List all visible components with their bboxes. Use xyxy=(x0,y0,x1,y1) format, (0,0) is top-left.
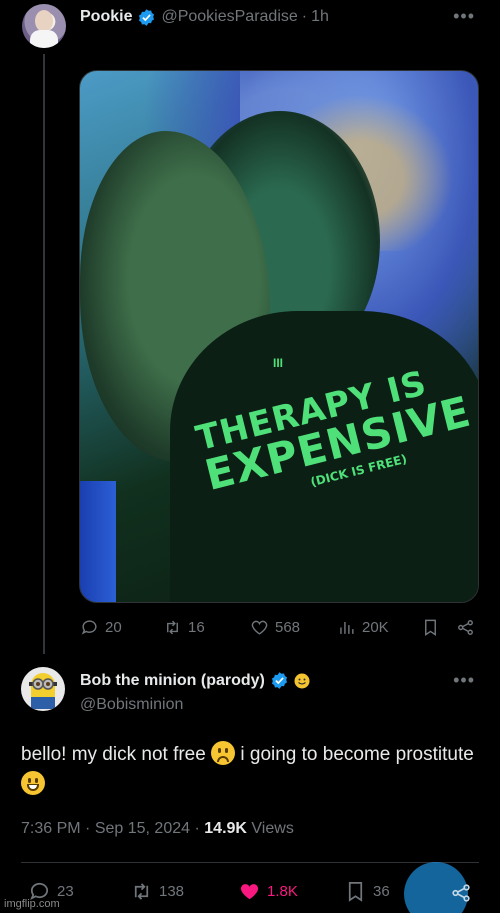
bookmark-button[interactable] xyxy=(421,618,446,637)
share-button[interactable] xyxy=(450,882,472,909)
share-button[interactable] xyxy=(456,618,481,637)
author-handle[interactable]: @Bobisminion xyxy=(80,696,183,714)
post-date[interactable]: Sep 15, 2024 xyxy=(95,820,190,837)
views-label: Views xyxy=(251,820,294,837)
post-media-image[interactable]: III THERAPY IS EXPENSIVE (DICK IS FREE) xyxy=(79,70,479,603)
necklace-text: III xyxy=(273,356,284,370)
views-count: 20K xyxy=(362,619,389,636)
post-text-part2: i going to become prostitute xyxy=(240,744,474,765)
views-button[interactable]: 20K xyxy=(337,618,389,637)
grinning-emoji-icon xyxy=(21,771,45,795)
reply-button[interactable]: 20 xyxy=(80,618,122,637)
repost-button[interactable]: 138 xyxy=(130,880,184,903)
avatar[interactable] xyxy=(22,4,66,48)
views-count[interactable]: 14.9K xyxy=(204,820,247,837)
bookmark-count: 36 xyxy=(373,883,390,900)
watermark: imgflip.com xyxy=(4,898,60,910)
repost-count: 138 xyxy=(159,883,185,900)
avatar[interactable] xyxy=(21,667,65,711)
reply-count: 20 xyxy=(105,619,122,636)
more-options-icon[interactable]: ••• xyxy=(453,6,475,27)
bookmark-icon xyxy=(425,619,436,636)
verified-badge-icon xyxy=(139,8,155,26)
slightly-frowning-emoji-icon xyxy=(211,741,236,765)
more-options-icon[interactable]: ••• xyxy=(453,670,475,691)
reply-icon xyxy=(81,620,97,635)
post-text: bello! my dick not free i going to becom… xyxy=(21,740,481,800)
repost-icon xyxy=(167,620,178,635)
author-handle[interactable]: @PookiesParadise xyxy=(161,8,297,26)
repost-count: 16 xyxy=(188,619,205,636)
like-button[interactable]: 568 xyxy=(250,618,300,637)
post1-header: Pookie @PookiesParadise · 1h xyxy=(80,6,329,28)
repost-button[interactable]: 16 xyxy=(163,618,205,637)
heart-icon xyxy=(251,620,268,635)
repost-icon xyxy=(134,883,149,900)
like-button[interactable]: 1.8K xyxy=(238,880,298,903)
like-count: 1.8K xyxy=(267,883,298,900)
post-time[interactable]: 1h xyxy=(311,8,329,26)
share-icon xyxy=(452,884,470,902)
post2-header: Bob the minion (parody) xyxy=(80,671,310,690)
post-time[interactable]: 7:36 PM xyxy=(21,820,81,837)
smiley-badge-icon xyxy=(294,673,310,688)
verified-badge-icon xyxy=(271,672,287,689)
share-icon xyxy=(458,620,473,635)
post1-action-bar: 20 16 568 20K xyxy=(0,618,500,642)
bookmark-icon xyxy=(348,882,363,902)
analytics-icon xyxy=(340,621,354,634)
post-text-part1: bello! my dick not free xyxy=(21,744,206,765)
minion-avatar-icon xyxy=(21,667,65,711)
author-name[interactable]: Bob the minion (parody) xyxy=(80,672,265,690)
heart-filled-icon xyxy=(240,884,259,900)
thread-connector-line xyxy=(43,54,45,654)
dot-separator: · xyxy=(301,8,308,25)
like-count: 568 xyxy=(275,619,301,636)
divider xyxy=(21,862,479,863)
dot-separator: · xyxy=(194,820,200,837)
post-meta: 7:36 PM · Sep 15, 2024 · 14.9K Views xyxy=(21,820,294,838)
dot-separator: · xyxy=(85,820,91,837)
bookmark-button[interactable]: 36 xyxy=(344,880,390,903)
author-name[interactable]: Pookie xyxy=(80,8,132,26)
